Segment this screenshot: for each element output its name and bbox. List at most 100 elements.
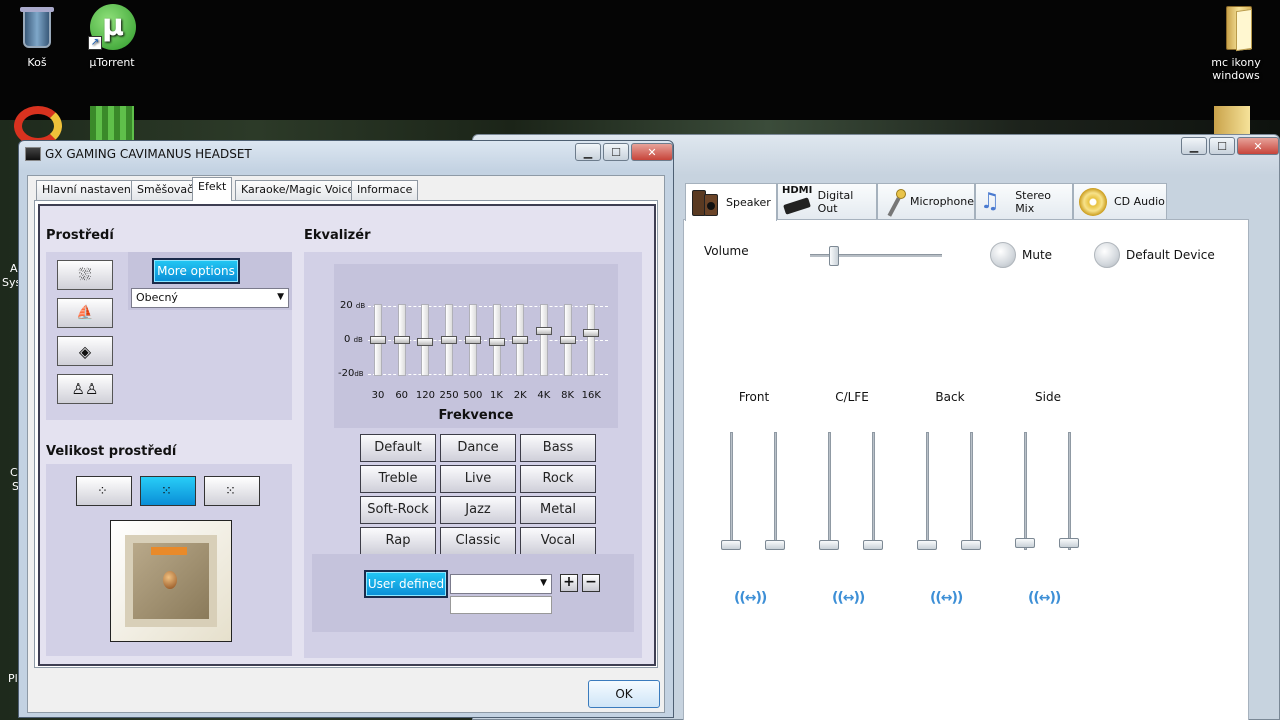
folder-shortcut[interactable]: mc ikony windows — [1196, 4, 1276, 82]
preset-soft-rock-button[interactable]: Soft-Rock — [360, 496, 436, 524]
minecraft-icon[interactable] — [90, 106, 134, 144]
preset-dance-button[interactable]: Dance — [440, 434, 516, 462]
room-size-small-button[interactable]: ⁘ — [76, 476, 132, 506]
environment-section: ⛆ ⛵ ◈ ♙♙ More options Obecný ▼ — [46, 252, 292, 420]
environment-select[interactable]: Obecný ▼ — [131, 288, 289, 308]
eq-slider-4k[interactable] — [539, 304, 548, 376]
add-preset-button[interactable]: + — [560, 574, 578, 592]
front-balance-icon[interactable]: ((↔)) — [734, 590, 767, 606]
tab-karaoke[interactable]: Karaoke/Magic Voice — [235, 180, 361, 200]
dialog-close-button[interactable]: ✕ — [631, 143, 673, 161]
preset-metal-button[interactable]: Metal — [520, 496, 596, 524]
ok-button[interactable]: OK — [588, 680, 660, 708]
tab-microphone[interactable]: Microphone — [877, 183, 975, 219]
tab-digital-out[interactable]: HDMI Digital Out — [777, 183, 877, 219]
microphone-icon — [882, 187, 906, 217]
eq-thumb-1k[interactable] — [488, 337, 505, 346]
preset-jazz-button[interactable]: Jazz — [440, 496, 516, 524]
env-cave-button[interactable]: ◈ — [57, 336, 113, 366]
front-left-thumb[interactable] — [721, 540, 741, 550]
back-left-slider[interactable] — [926, 432, 929, 550]
clfe-right-slider[interactable] — [872, 432, 875, 550]
front-right-slider[interactable] — [774, 432, 777, 550]
back-left-thumb[interactable] — [917, 540, 937, 550]
effect-content: Prostředí ⛆ ⛵ ◈ ♙♙ More options Obecný ▼… — [40, 206, 654, 664]
more-options-button[interactable]: More options — [152, 258, 240, 284]
eq-thumb-120[interactable] — [417, 337, 434, 346]
eq-thumb-2k[interactable] — [512, 336, 529, 344]
front-left-slider[interactable] — [730, 432, 733, 550]
eq-slider-16k[interactable] — [587, 304, 596, 376]
side-balance-icon[interactable]: ((↔)) — [1028, 590, 1061, 606]
room-size-heading: Velikost prostředí — [46, 444, 177, 459]
side-left-slider[interactable] — [1024, 432, 1027, 550]
preset-name-input[interactable] — [450, 596, 552, 614]
tab-digital-out-label: Digital Out — [817, 188, 854, 215]
eq-band-label: 60 — [395, 390, 409, 401]
frequency-axis-label: Frekvence — [438, 408, 514, 423]
side-right-slider[interactable] — [1068, 432, 1071, 550]
clfe-balance-icon[interactable]: ((↔)) — [832, 590, 865, 606]
dialog-maximize-button[interactable]: ☐ — [603, 143, 629, 161]
env-hall-button[interactable]: ♙♙ — [57, 374, 113, 404]
mute-toggle[interactable] — [990, 242, 1016, 268]
env-shower-button[interactable]: ⛆ — [57, 260, 113, 290]
preset-classic-button[interactable]: Classic — [440, 527, 516, 555]
tab-efekt[interactable]: Efekt — [192, 177, 233, 201]
maximize-button[interactable]: ☐ — [1209, 137, 1235, 155]
eq-thumb-250[interactable] — [441, 336, 458, 344]
back-balance-icon[interactable]: ((↔)) — [930, 590, 963, 606]
tab-informace[interactable]: Informace — [351, 180, 419, 200]
preset-live-button[interactable]: Live — [440, 465, 516, 493]
eq-thumb-8k[interactable] — [559, 336, 576, 344]
eq-thumb-60[interactable] — [393, 336, 410, 344]
front-right-thumb[interactable] — [765, 540, 785, 550]
default-device-toggle[interactable] — [1094, 242, 1120, 268]
opera-house-icon: ⛵ — [76, 305, 94, 321]
recycle-bin-shortcut[interactable]: Koš — [0, 4, 77, 69]
tab-hlavni-nastaveni[interactable]: Hlavní nastavení — [36, 180, 140, 200]
room-size-medium-button[interactable]: ⁙ — [140, 476, 196, 506]
preset-treble-button[interactable]: Treble — [360, 465, 436, 493]
volume-slider[interactable] — [810, 246, 942, 266]
user-preset-select[interactable]: ▼ — [450, 574, 552, 594]
volume-slider-thumb[interactable] — [828, 246, 839, 266]
preset-vocal-button[interactable]: Vocal — [520, 527, 596, 555]
recycle-bin-label: Koš — [27, 56, 47, 69]
db-label-bottom: -20dB — [338, 368, 364, 379]
dialog-minimize-button[interactable]: ▁ — [575, 143, 601, 161]
eq-thumb-500[interactable] — [464, 336, 481, 344]
preset-bass-button[interactable]: Bass — [520, 434, 596, 462]
utorrent-shortcut[interactable]: µ ↗ µTorrent — [72, 4, 152, 69]
back-right-slider[interactable] — [970, 432, 973, 550]
eq-band-label: 8K — [561, 390, 575, 401]
tab-speaker[interactable]: Speaker — [685, 183, 777, 221]
folder-partial-icon[interactable] — [1214, 106, 1250, 136]
tab-cd-audio[interactable]: CD Audio — [1073, 183, 1167, 219]
env-opera-button[interactable]: ⛵ — [57, 298, 113, 328]
preset-rock-button[interactable]: Rock — [520, 465, 596, 493]
side-left-thumb[interactable] — [1015, 538, 1035, 548]
clfe-right-thumb[interactable] — [863, 540, 883, 550]
user-preset-box: User defined ▼ + − — [312, 554, 634, 632]
eq-thumb-4k[interactable] — [535, 327, 552, 335]
preset-default-button[interactable]: Default — [360, 434, 436, 462]
room-preview[interactable] — [110, 520, 232, 642]
minimize-button[interactable]: ▁ — [1181, 137, 1207, 155]
equalizer-graph: 20 dB 0 dB -20dB 30 60 120 250 500 1K 2K 4K 8K 16… — [334, 264, 618, 428]
back-right-thumb[interactable] — [961, 540, 981, 550]
close-button[interactable]: ✕ — [1237, 137, 1279, 155]
user-defined-button[interactable]: User defined — [364, 570, 448, 598]
side-right-thumb[interactable] — [1059, 538, 1079, 548]
clfe-left-thumb[interactable] — [819, 540, 839, 550]
eq-thumb-16k[interactable] — [583, 328, 600, 337]
tab-smesovac[interactable]: Směšovač — [131, 180, 200, 200]
clfe-left-slider[interactable] — [828, 432, 831, 550]
tab-microphone-label: Microphone — [909, 195, 974, 208]
speaker-panel: Volume Mute Default Device Front ((↔)) C… — [683, 219, 1249, 720]
tab-stereo-mix[interactable]: ♫ Stereo Mix — [975, 183, 1073, 219]
room-size-large-button[interactable]: ⁙ — [204, 476, 260, 506]
eq-thumb-30[interactable] — [370, 336, 386, 344]
preset-rap-button[interactable]: Rap — [360, 527, 436, 555]
remove-preset-button[interactable]: − — [582, 574, 600, 592]
